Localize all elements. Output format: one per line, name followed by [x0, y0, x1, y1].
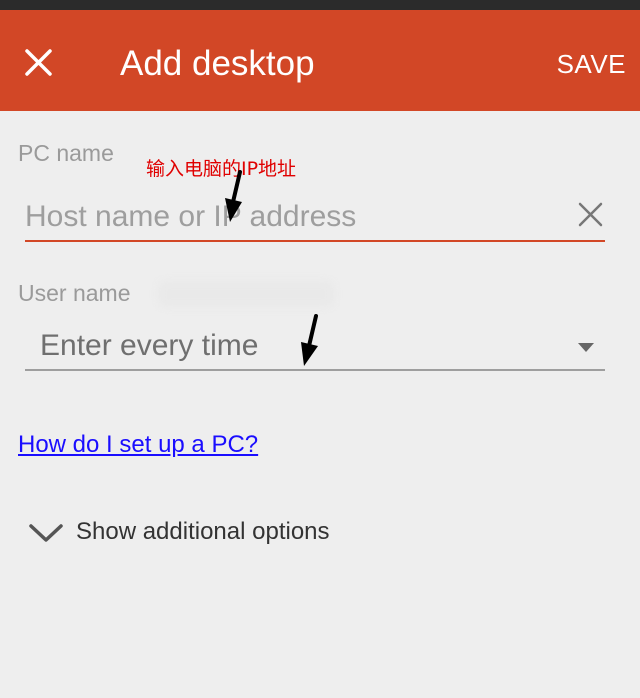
caret-down-icon	[578, 343, 594, 352]
user-select-underline	[25, 369, 605, 371]
show-additional-options-label: Show additional options	[76, 518, 330, 545]
user-name-label: User name	[18, 280, 131, 306]
chevron-down-icon	[29, 524, 63, 542]
redacted-text	[158, 281, 334, 307]
clear-input-button[interactable]	[576, 200, 606, 230]
close-icon	[578, 202, 603, 227]
user-name-selected-value: Enter every time	[40, 329, 259, 362]
status-bar	[0, 0, 640, 10]
save-button[interactable]: SAVE	[557, 48, 626, 80]
annotation-arrow-icon	[225, 170, 242, 222]
annotation-arrow-icon	[301, 314, 318, 366]
close-icon	[25, 49, 52, 76]
help-link[interactable]: How do I set up a PC?	[18, 431, 258, 459]
page-title: Add desktop	[120, 44, 315, 83]
host-name-input[interactable]	[25, 196, 565, 238]
host-input-underline	[25, 240, 605, 242]
pc-name-label: PC name	[18, 140, 114, 166]
close-button[interactable]	[20, 44, 60, 84]
app-bar: Add desktop SAVE	[0, 10, 640, 111]
